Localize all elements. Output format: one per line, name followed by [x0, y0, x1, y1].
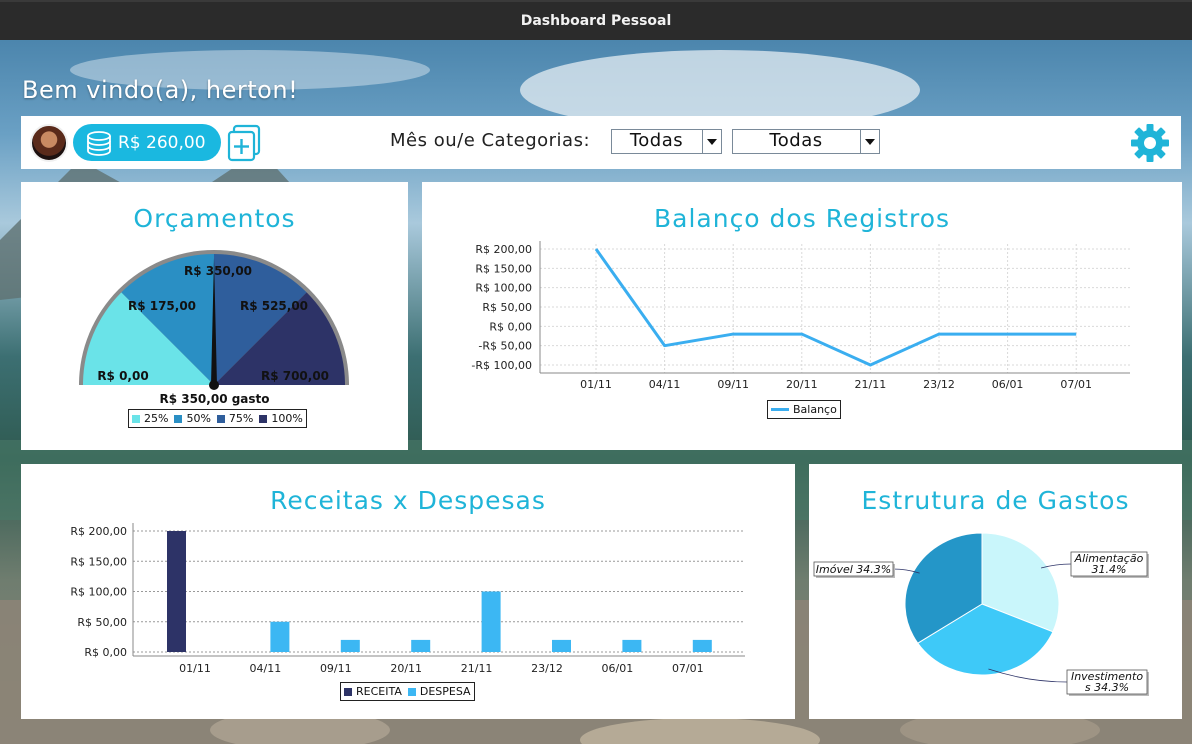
y-tick-label: R$ 150,00 [70, 555, 127, 568]
x-tick-label: 20/11 [390, 662, 422, 675]
x-tick-label: 04/11 [649, 378, 681, 391]
month-select[interactable]: Todas [611, 129, 722, 154]
y-tick-label: -R$ 100,00 [471, 359, 532, 372]
balance-amount: R$ 260,00 [118, 133, 206, 153]
y-tick-label: R$ 100,00 [70, 586, 127, 599]
legend-item-despesa: DESPESA [407, 685, 471, 698]
welcome-message: Bem vindo(a), herton! [22, 76, 299, 104]
legend-swatch [174, 414, 183, 423]
category-select[interactable]: Todas [732, 129, 880, 154]
legend-swatch [771, 408, 789, 411]
y-tick-label: R$ 150,00 [475, 262, 532, 275]
y-tick-label: R$ 50,00 [482, 301, 532, 314]
y-tick-label: R$ 0,00 [489, 320, 532, 333]
x-tick-label: 21/11 [461, 662, 493, 675]
chevron-down-icon[interactable] [860, 130, 879, 153]
expense-structure-pie-chart: Alimentação31.4%Investimentos 34.3%Imóve… [813, 532, 1149, 696]
bar-despesa [340, 639, 360, 652]
x-tick-label: 23/12 [923, 378, 955, 391]
legend-label: 25% [144, 412, 169, 425]
x-tick-label: 06/01 [602, 662, 634, 675]
add-record-icon[interactable] [227, 124, 261, 162]
pie-label: s 34.3% [1085, 681, 1129, 694]
y-tick-label: R$ 200,00 [70, 525, 127, 538]
legend-swatch [132, 414, 140, 423]
y-tick-label: R$ 50,00 [77, 616, 127, 629]
y-tick-label: -R$ 50,00 [478, 340, 532, 353]
legend-item-balanco: Balanço [771, 403, 837, 416]
month-select-value: Todas [629, 130, 684, 151]
income-expense-legend: RECEITA DESPESA [340, 682, 475, 701]
legend-label: 75% [228, 412, 254, 425]
chevron-down-icon[interactable] [702, 130, 721, 153]
balance-panel: Balanço dos Registros R$ 200,00 R$ 150,00… [422, 182, 1182, 450]
x-tick-label: 09/11 [717, 378, 749, 391]
coins-icon [87, 131, 111, 156]
bar-despesa [411, 639, 431, 652]
legend-label: 100% [271, 412, 303, 425]
x-tick-label: 06/01 [992, 378, 1024, 391]
legend-label: 50% [186, 412, 211, 425]
x-tick-label: 20/11 [786, 378, 818, 391]
legend-label: Balanço [793, 403, 837, 416]
budget-panel: Orçamentos R$ 0,00 R$ 175,00 R$ 350,00 R$ 5… [21, 182, 408, 450]
x-tick-label: 23/12 [531, 662, 563, 675]
x-tick-label: 01/11 [580, 378, 612, 391]
window-title: Dashboard Pessoal [520, 13, 672, 29]
legend-swatch [259, 414, 268, 423]
gauge-tick-label: R$ 0,00 [97, 369, 148, 383]
x-tick-label: 07/01 [1060, 378, 1092, 391]
x-tick-label: 04/11 [250, 662, 282, 675]
bar-despesa [552, 639, 571, 652]
legend-label: DESPESA [419, 685, 471, 698]
filter-label: Mês ou/e Categorias: [390, 130, 591, 151]
toolbar: R$ 260,00 Mês ou/e Categorias: Todas Tod… [21, 116, 1181, 169]
gauge-tick-label: R$ 350,00 [184, 264, 252, 278]
y-tick-label: R$ 100,00 [475, 282, 532, 295]
window-titlebar: Dashboard Pessoal [0, 0, 1192, 40]
x-tick-label: 09/11 [320, 662, 352, 675]
legend-item: 50% [174, 412, 211, 425]
category-select-value: Todas [769, 130, 823, 151]
balance-pill[interactable]: R$ 260,00 [73, 124, 221, 161]
budget-legend: 25% 50% 75% 100% [128, 409, 307, 428]
avatar[interactable] [30, 124, 68, 162]
expense-structure-panel: Estrutura de Gastos Alimentação 31.4% Inve… [809, 464, 1182, 719]
x-tick-label: 07/01 [672, 662, 704, 675]
legend-item: 100% [259, 412, 303, 425]
income-expense-panel: Receitas x Despesas R$ 200,00 R$ 150,00 R$… [21, 464, 795, 719]
bar-despesa [622, 639, 642, 652]
bar-despesa [270, 621, 290, 652]
legend-item-receita: RECEITA [344, 685, 402, 698]
pie-label: Imóvel 34.3% [816, 563, 891, 576]
gauge-tick-label: R$ 525,00 [240, 299, 308, 313]
y-tick-label: R$ 0,00 [84, 646, 127, 659]
legend-swatch [407, 687, 416, 696]
bar-despesa [481, 591, 501, 652]
legend-swatch [216, 414, 225, 423]
bar-receita [167, 531, 186, 652]
pie-label: 31.4% [1092, 563, 1127, 576]
gauge-tick-label: R$ 175,00 [128, 299, 196, 313]
balance-legend: Balanço [767, 400, 841, 419]
income-expense-bar-chart: R$ 200,00 R$ 150,00 R$ 100,00 R$ 50,00 R$ 0,… [70, 523, 745, 675]
y-tick-label: R$ 200,00 [475, 243, 532, 256]
gauge-tick-label: R$ 700,00 [261, 369, 329, 383]
legend-swatch [344, 687, 352, 696]
x-tick-label: 01/11 [179, 662, 211, 675]
legend-item: 75% [216, 412, 254, 425]
gear-icon[interactable] [1130, 123, 1170, 163]
x-tick-label: 21/11 [855, 378, 887, 391]
gauge-needle-hub [209, 380, 219, 390]
legend-label: RECEITA [356, 685, 402, 698]
budget-spent-label: R$ 350,00 gasto [159, 392, 270, 406]
bar-despesa [692, 639, 712, 652]
legend-item: 25% [132, 412, 168, 425]
